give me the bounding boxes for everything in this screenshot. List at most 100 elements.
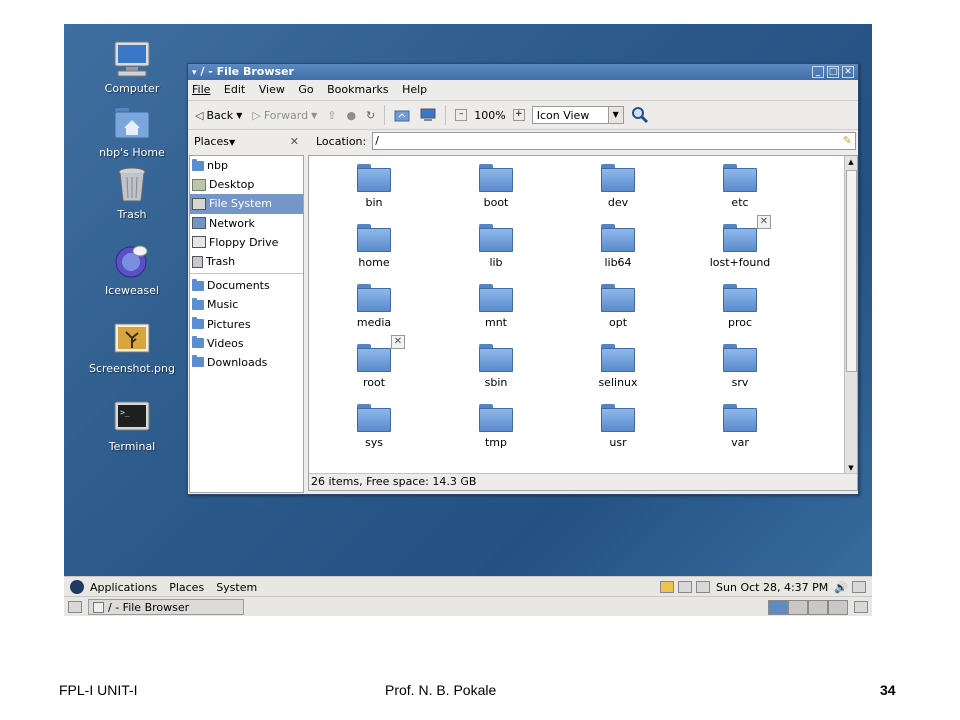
file-item[interactable]: srv	[695, 344, 785, 389]
sidebar-item-documents[interactable]: Documents	[190, 276, 303, 295]
footer-course: FPL-I UNIT-I	[59, 682, 138, 698]
back-arrow-icon: ◁	[195, 108, 204, 122]
window-menu-icon[interactable]: ▾	[192, 68, 197, 78]
desktop-icon-home[interactable]: nbp's Home	[82, 104, 182, 159]
close-sidebar-icon[interactable]: ✕	[290, 135, 299, 148]
stop-button[interactable]: ●	[343, 104, 359, 126]
sidebar-item-downloads[interactable]: Downloads	[190, 353, 303, 372]
desktop-icon-trash[interactable]: Trash	[82, 166, 182, 221]
location-input[interactable]: / ✎	[372, 132, 856, 150]
file-item[interactable]: var	[695, 404, 785, 449]
workspace-4[interactable]	[828, 599, 848, 615]
file-item[interactable]: tmp	[451, 404, 541, 449]
menu-go[interactable]: Go	[298, 83, 313, 96]
forward-button[interactable]: ▷ Forward ▼	[249, 104, 320, 126]
menu-places[interactable]: Places	[169, 581, 204, 594]
maximize-icon[interactable]: □	[827, 66, 839, 78]
file-item[interactable]: usr	[573, 404, 663, 449]
svg-text:>_: >_	[120, 408, 130, 417]
menu-view[interactable]: View	[259, 83, 285, 96]
desktop-icon-computer[interactable]: Computer	[82, 40, 182, 95]
clock[interactable]: Sun Oct 28, 4:37 PM	[716, 581, 828, 594]
zoom-out-button[interactable]: –	[452, 104, 470, 126]
location-label: Location:	[316, 134, 367, 148]
scrollbar-thumb[interactable]	[846, 170, 857, 372]
back-button[interactable]: ◁ Back ▼	[192, 104, 245, 126]
desktop-icon-iceweasel[interactable]: Iceweasel	[82, 242, 182, 297]
iceweasel-icon	[112, 242, 152, 280]
printer-icon[interactable]	[678, 581, 693, 593]
file-label: sys	[365, 436, 383, 449]
folder-icon	[192, 355, 204, 368]
file-item[interactable]: opt	[573, 284, 663, 329]
workspace-2[interactable]	[788, 599, 808, 615]
menu-edit[interactable]: Edit	[224, 83, 245, 96]
file-item[interactable]: lib	[451, 224, 541, 269]
desktop-icon-terminal[interactable]: >_ Terminal	[82, 398, 182, 453]
locked-emblem-icon: ✕	[757, 215, 771, 229]
file-item[interactable]: ✕ lost+found	[695, 215, 785, 269]
file-label: bin	[365, 196, 383, 209]
volume-icon[interactable]: 🔊	[834, 581, 848, 594]
file-item[interactable]: etc	[695, 164, 785, 209]
search-tray-icon[interactable]	[696, 581, 711, 593]
status-text: 26 items, Free space: 14.3 GB	[311, 475, 477, 488]
file-item[interactable]: proc	[695, 284, 785, 329]
sidebar-item-nbp[interactable]: nbp	[190, 156, 303, 175]
file-item[interactable]: media	[329, 284, 419, 329]
menu-system[interactable]: System	[216, 581, 257, 594]
vertical-scrollbar[interactable]: ▲ ▼	[844, 156, 857, 474]
sidebar-item-floppy-drive[interactable]: Floppy Drive	[190, 233, 303, 252]
window-titlebar[interactable]: ▾ / - File Browser _ □ ✕	[188, 64, 858, 80]
sidebar-item-file-system[interactable]: File System	[190, 194, 303, 214]
chevron-down-icon[interactable]: ▼	[311, 111, 317, 120]
show-desktop-icon[interactable]	[68, 601, 82, 613]
reload-button[interactable]: ↻	[363, 104, 378, 126]
minimize-icon[interactable]: _	[812, 66, 824, 78]
chevron-down-icon[interactable]: ▼	[236, 111, 242, 120]
folder-icon	[192, 317, 204, 330]
chevron-down-icon[interactable]: ▼	[607, 107, 623, 123]
file-item[interactable]: ✕ root	[329, 335, 419, 389]
file-label: tmp	[484, 436, 507, 449]
sidebar-item-videos[interactable]: Videos	[190, 334, 303, 353]
desktop-icon-screenshot[interactable]: Screenshot.png	[82, 320, 182, 375]
network-tray-icon[interactable]	[852, 581, 866, 593]
folder-icon	[601, 224, 635, 252]
sidebar-item-music[interactable]: Music	[190, 295, 303, 314]
home-button[interactable]	[391, 104, 413, 126]
view-mode-select[interactable]: Icon View ▼	[531, 106, 624, 124]
menu-help[interactable]: Help	[402, 83, 427, 96]
sidebar-item-desktop[interactable]: Desktop	[190, 175, 303, 194]
places-dropdown[interactable]: Places▼	[194, 135, 235, 148]
taskbar-item-file-browser[interactable]: / - File Browser	[88, 599, 244, 615]
folder-icon	[357, 224, 391, 252]
trash-applet-icon[interactable]	[854, 601, 868, 613]
workspace-1[interactable]	[768, 599, 788, 615]
file-item[interactable]: home	[329, 224, 419, 269]
file-item[interactable]: lib64	[573, 224, 663, 269]
menu-applications[interactable]: Applications	[90, 581, 157, 594]
close-icon[interactable]: ✕	[842, 66, 854, 78]
up-button[interactable]: ⇧	[324, 104, 339, 126]
update-notifier-icon[interactable]	[660, 581, 675, 593]
sidebar-item-pictures[interactable]: Pictures	[190, 315, 303, 334]
file-item[interactable]: sbin	[451, 344, 541, 389]
clear-location-icon[interactable]: ✎	[843, 133, 852, 149]
zoom-in-button[interactable]: +	[510, 104, 528, 126]
file-item[interactable]: dev	[573, 164, 663, 209]
file-item[interactable]: selinux	[573, 344, 663, 389]
menu-file[interactable]: File	[192, 83, 210, 96]
workspace-3[interactable]	[808, 599, 828, 615]
file-item[interactable]: mnt	[451, 284, 541, 329]
search-button[interactable]	[628, 104, 652, 126]
file-item[interactable]: boot	[451, 164, 541, 209]
file-item[interactable]: sys	[329, 404, 419, 449]
file-item[interactable]: bin	[329, 164, 419, 209]
menu-bookmarks[interactable]: Bookmarks	[327, 83, 388, 96]
sidebar-item-trash[interactable]: Trash	[190, 252, 303, 271]
scroll-up-icon[interactable]: ▲	[845, 156, 857, 168]
desktop-icon-label: Screenshot.png	[89, 362, 175, 375]
sidebar-item-network[interactable]: Network	[190, 214, 303, 233]
computer-button[interactable]	[417, 104, 439, 126]
